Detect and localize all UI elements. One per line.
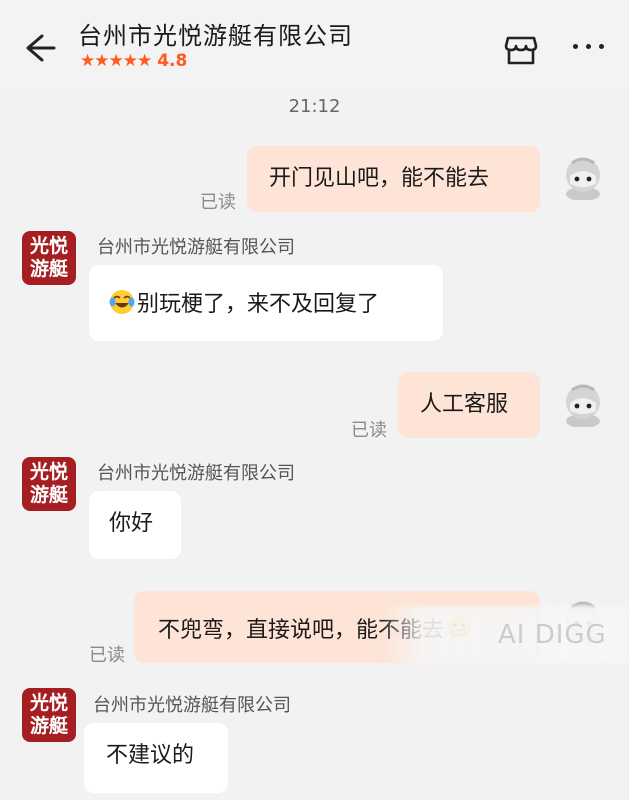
message-text: 开门见山吧，能不能去 bbox=[269, 166, 490, 191]
rating-value: 4.8 bbox=[157, 51, 188, 71]
back-arrow-icon[interactable] bbox=[22, 30, 58, 66]
shop-avatar[interactable]: 光悦 游艇 bbox=[22, 688, 76, 742]
shop-avatar-line2: 游艇 bbox=[29, 258, 68, 280]
message-text: 不建议的 bbox=[106, 743, 195, 768]
shop-rating: ★★★★★ 4.8 bbox=[80, 52, 187, 70]
shop-avatar[interactable]: 光悦 游艇 bbox=[22, 231, 76, 285]
sender-name: 台州市光悦游艇有限公司 bbox=[93, 695, 291, 716]
incoming-message[interactable]: 你好 bbox=[89, 491, 181, 559]
shop-avatar-line1: 光悦 bbox=[29, 461, 68, 483]
outgoing-message[interactable]: 人工客服 bbox=[398, 372, 540, 438]
shop-avatar[interactable]: 光悦 游艇 bbox=[22, 457, 76, 511]
read-receipt: 已读 bbox=[351, 420, 387, 441]
watermark-text: AI DIGG bbox=[498, 620, 607, 650]
shop-avatar-line1: 光悦 bbox=[29, 692, 68, 714]
shop-avatar-line1: 光悦 bbox=[29, 235, 68, 257]
more-icon[interactable] bbox=[572, 44, 606, 54]
sender-name: 台州市光悦游艇有限公司 bbox=[97, 237, 295, 258]
incoming-message[interactable]: 别玩梗了，来不及回复了 bbox=[89, 265, 443, 341]
read-receipt: 已读 bbox=[200, 192, 236, 213]
message-text: 你好 bbox=[109, 511, 154, 536]
message-text: 人工客服 bbox=[420, 392, 509, 417]
shop-avatar-line2: 游艇 bbox=[29, 715, 68, 737]
sender-name: 台州市光悦游艇有限公司 bbox=[97, 463, 295, 484]
store-icon[interactable] bbox=[504, 34, 538, 66]
shop-title[interactable]: 台州市光悦游艇有限公司 bbox=[78, 16, 353, 51]
message-text: 别玩梗了，来不及回复了 bbox=[137, 292, 380, 317]
user-avatar[interactable] bbox=[562, 154, 604, 201]
rating-stars: ★★★★★ bbox=[80, 51, 152, 71]
laughing-crying-emoji-icon bbox=[109, 289, 135, 315]
user-avatar[interactable] bbox=[562, 381, 604, 428]
chat-header: 台州市光悦游艇有限公司 ★★★★★ 4.8 bbox=[0, 0, 629, 88]
outgoing-message[interactable]: 开门见山吧，能不能去 bbox=[247, 146, 540, 212]
shop-avatar-line2: 游艇 bbox=[29, 484, 68, 506]
timestamp: 21:12 bbox=[288, 96, 341, 117]
read-receipt: 已读 bbox=[89, 645, 125, 666]
incoming-message[interactable]: 不建议的 bbox=[84, 723, 228, 793]
